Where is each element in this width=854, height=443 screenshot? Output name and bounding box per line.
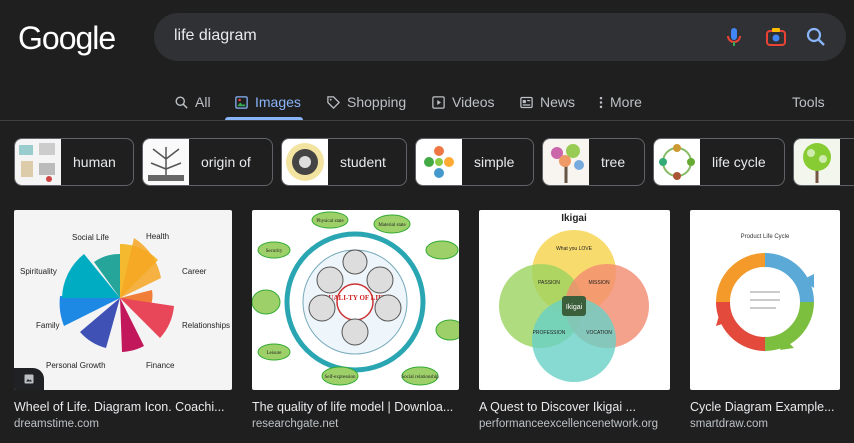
chip-more[interactable] [793, 138, 854, 186]
tab-label: Shopping [347, 94, 407, 110]
image-result[interactable]: Product Life Cycle Cycle Diagram Example… [690, 210, 840, 430]
news-icon [520, 96, 533, 108]
chip-thumbnail [416, 139, 462, 185]
tab-label: More [610, 94, 642, 110]
result-source[interactable]: performanceexcellencenetwork.org [479, 418, 670, 430]
tab-videos[interactable]: Videos [431, 84, 495, 120]
tab-all[interactable]: All [174, 84, 214, 120]
tab-label: Images [255, 94, 301, 110]
tab-label: Videos [452, 94, 495, 110]
model-label: Physical state [316, 219, 344, 224]
ikigai-title: Ikigai [561, 213, 587, 224]
image-icon [235, 95, 248, 109]
ikigai-label: PROFESSION [533, 330, 566, 336]
model-label: Social relationship [401, 375, 439, 380]
tab-more[interactable]: More [598, 84, 646, 120]
wheel-label: Relationships [182, 321, 230, 330]
result-source[interactable]: dreamstime.com [14, 418, 232, 430]
chip-life-cycle[interactable]: life cycle [653, 138, 785, 186]
search-tabs: All Images Shopping Videos News More Too… [0, 84, 854, 120]
chip-human[interactable]: human [14, 138, 134, 186]
ikigai-label: PASSION [538, 280, 560, 286]
chip-tree[interactable]: tree [542, 138, 645, 186]
chip-thumbnail [282, 139, 328, 185]
tools-button[interactable]: Tools [792, 84, 832, 120]
search-icon[interactable] [804, 25, 828, 49]
model-label: Material state [378, 223, 406, 228]
chip-label: life cycle [712, 154, 766, 170]
chip-label: tree [601, 154, 626, 170]
tab-shopping[interactable]: Shopping [326, 84, 408, 120]
chip-thumbnail [794, 139, 840, 185]
chip-label: human [73, 154, 116, 170]
model-label: Leisure [267, 351, 283, 356]
search-icon [175, 96, 188, 109]
result-image[interactable]: Ikigai Ikigai PASSION MISSION PROFESSION… [479, 210, 670, 390]
result-title[interactable]: Wheel of Life. Diagram Icon. Coachi... [14, 400, 232, 414]
image-result[interactable]: QUALI-TY OF LIFE Physical state Material… [252, 210, 459, 430]
wheel-label: Social Life [72, 233, 109, 242]
wheel-label: Finance [146, 361, 175, 370]
chip-student[interactable]: student [281, 138, 407, 186]
chip-simple[interactable]: simple [415, 138, 534, 186]
tab-label: News [540, 94, 576, 110]
result-title[interactable]: A Quest to Discover Ikigai ... [479, 400, 670, 414]
result-image[interactable]: Product Life Cycle [690, 210, 840, 390]
chip-thumbnail [15, 139, 61, 185]
chip-thumbnail [143, 139, 189, 185]
model-label: Self-expression [324, 375, 356, 380]
tab-label: All [195, 94, 211, 110]
tag-icon [327, 95, 341, 109]
ikigai-label: MISSION [588, 280, 610, 286]
search-input[interactable]: life diagram [174, 27, 257, 45]
result-image[interactable]: QUALI-TY OF LIFE Physical state Material… [252, 210, 459, 390]
chip-label: simple [474, 154, 515, 170]
ikigai-label: VOCATION [586, 330, 612, 336]
result-source[interactable]: smartdraw.com [690, 418, 840, 430]
result-source[interactable]: researchgate.net [252, 418, 459, 430]
tab-images[interactable]: Images [225, 84, 303, 120]
tools-label: Tools [792, 94, 825, 110]
chip-label: origin of [201, 154, 251, 170]
more-vert-icon [599, 96, 603, 108]
image-result[interactable]: Ikigai Ikigai PASSION MISSION PROFESSION… [479, 210, 670, 430]
chip-label: student [340, 154, 386, 170]
wheel-label: Spirituality [20, 267, 57, 276]
image-badge-icon [14, 368, 44, 390]
wheel-label: Family [36, 321, 60, 330]
play-icon [432, 95, 445, 109]
chip-thumbnail [654, 139, 700, 185]
wheel-label: Health [146, 232, 169, 241]
result-title[interactable]: The quality of life model | Downloa... [252, 400, 459, 414]
google-logo[interactable]: Google [18, 20, 116, 57]
result-title[interactable]: Cycle Diagram Example... [690, 400, 840, 414]
wheel-label: Career [182, 267, 207, 276]
microphone-icon[interactable] [722, 25, 746, 49]
model-label: Security [266, 249, 283, 254]
ikigai-label: What you LOVE [556, 246, 593, 252]
google-images-page: Google life diagram All Images Shopping [0, 0, 854, 443]
image-result[interactable]: Social Life Health Spirituality Career F… [14, 210, 232, 430]
camera-lens-icon[interactable] [764, 25, 788, 49]
ikigai-center: Ikigai [566, 304, 583, 311]
cycle-title: Product Life Cycle [741, 234, 790, 240]
tab-news[interactable]: News [519, 84, 577, 120]
wheel-label: Personal Growth [46, 361, 106, 370]
chip-origin-of[interactable]: origin of [142, 138, 273, 186]
result-image[interactable]: Social Life Health Spirituality Career F… [14, 210, 232, 390]
tabs-divider [0, 120, 854, 121]
search-box[interactable]: life diagram [154, 13, 846, 61]
chip-thumbnail [543, 139, 589, 185]
